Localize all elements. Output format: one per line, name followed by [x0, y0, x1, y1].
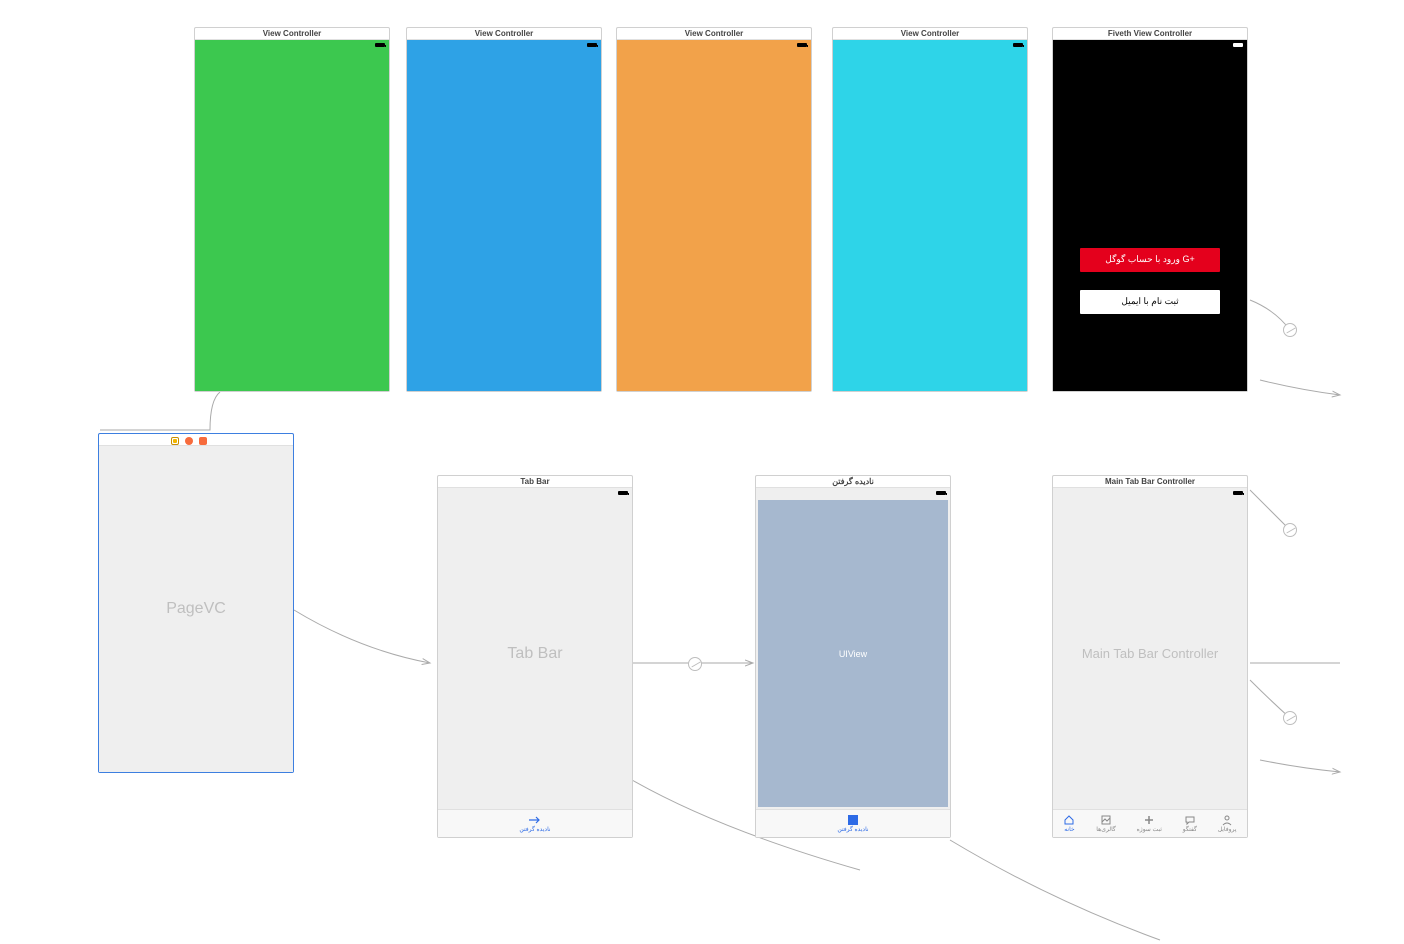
view: Tab Bar — [438, 498, 632, 809]
view — [195, 50, 389, 391]
uiview: UIView — [758, 500, 948, 807]
selection-indicators — [171, 437, 207, 445]
scene-title: View Controller — [617, 28, 811, 40]
scene-title: Tab Bar — [438, 476, 632, 488]
tab-profile[interactable]: پروفایل — [1218, 814, 1237, 833]
scene-vc-3[interactable]: View Controller — [616, 27, 812, 392]
view: UIView — [756, 498, 950, 809]
segue-icon[interactable] — [1283, 523, 1297, 537]
google-login-button[interactable]: ورود با حساب گوگل G+ — [1080, 248, 1220, 272]
tab-home[interactable]: خانه — [1063, 814, 1075, 833]
scene-tabbar[interactable]: Tab Bar Tab Bar نادیده گرفتن — [437, 475, 633, 838]
scene-main-tabbar[interactable]: Main Tab Bar Controller Main Tab Bar Con… — [1052, 475, 1248, 838]
tab-label: گالری‌ها — [1096, 826, 1116, 833]
tab-gallery[interactable]: گالری‌ها — [1096, 814, 1116, 833]
battery-icon — [375, 43, 385, 47]
battery-icon — [618, 491, 628, 495]
tab-item-label[interactable]: نادیده گرفتن — [519, 826, 550, 833]
uiview-label: UIView — [839, 649, 867, 659]
scene-title: View Controller — [195, 28, 389, 40]
status-bar — [617, 40, 811, 50]
battery-icon — [936, 491, 946, 495]
tab-item-label[interactable]: نادیده گرفتن — [837, 826, 868, 833]
scene-title: Fiveth View Controller — [1053, 28, 1247, 40]
view — [407, 50, 601, 391]
placeholder-label: Tab Bar — [507, 645, 562, 663]
battery-icon — [797, 43, 807, 47]
view — [833, 50, 1027, 391]
status-bar — [195, 40, 389, 50]
battery-icon — [587, 43, 597, 47]
status-bar — [407, 40, 601, 50]
profile-icon — [1221, 814, 1233, 826]
scene-vc-2[interactable]: View Controller — [406, 27, 602, 392]
chat-icon — [1184, 814, 1196, 826]
tab-bar: نادیده گرفتن — [756, 809, 950, 837]
battery-icon — [1013, 43, 1023, 47]
status-bar — [756, 488, 950, 498]
scene-pagevc[interactable]: PageVC — [98, 433, 294, 773]
segue-icon[interactable] — [1283, 711, 1297, 725]
view — [617, 50, 811, 391]
tab-label: پروفایل — [1218, 826, 1237, 833]
view: Main Tab Bar Controller — [1053, 498, 1247, 809]
scene-title: نادیده گرفتن — [756, 476, 950, 488]
status-bar — [833, 40, 1027, 50]
tab-add[interactable]: ثبت سوژه — [1137, 814, 1162, 833]
segue-icon[interactable] — [688, 657, 702, 671]
scene-title: View Controller — [833, 28, 1027, 40]
tab-bar: خانه گالری‌ها ثبت سوژه گفتگو پروفایل — [1053, 809, 1247, 837]
placeholder-label: PageVC — [166, 600, 226, 618]
placeholder-label: Main Tab Bar Controller — [1082, 646, 1218, 661]
tab-label: گفتگو — [1183, 826, 1197, 833]
arrow-right-icon — [528, 815, 542, 825]
battery-icon — [1233, 43, 1243, 47]
status-bar — [1053, 40, 1247, 50]
email-signup-button[interactable]: ثبت نام با ایمیل — [1080, 290, 1220, 314]
scene-title: Main Tab Bar Controller — [1053, 476, 1247, 488]
home-icon — [1063, 814, 1075, 826]
scene-title-bar — [99, 434, 293, 446]
scene-title: View Controller — [407, 28, 601, 40]
vc-icon — [171, 437, 179, 445]
tab-chat[interactable]: گفتگو — [1183, 814, 1197, 833]
first-responder-icon — [199, 437, 207, 445]
tab-label: ثبت سوژه — [1137, 826, 1162, 833]
exit-icon — [185, 437, 193, 445]
battery-icon — [1233, 491, 1243, 495]
view: PageVC — [99, 446, 293, 772]
square-icon — [848, 815, 858, 825]
scene-vc-1[interactable]: View Controller — [194, 27, 390, 392]
tab-label: خانه — [1064, 826, 1074, 833]
segue-icon[interactable] — [1283, 323, 1297, 337]
status-bar — [1053, 488, 1247, 498]
status-bar — [438, 488, 632, 498]
scene-login[interactable]: Fiveth View Controller ورود با حساب گوگل… — [1052, 27, 1248, 392]
tab-bar: نادیده گرفتن — [438, 809, 632, 837]
scene-vc-4[interactable]: View Controller — [832, 27, 1028, 392]
plus-icon — [1143, 814, 1155, 826]
scene-ignored[interactable]: نادیده گرفتن UIView نادیده گرفتن — [755, 475, 951, 838]
gallery-icon — [1100, 814, 1112, 826]
view: ورود با حساب گوگل G+ ثبت نام با ایمیل — [1053, 50, 1247, 391]
